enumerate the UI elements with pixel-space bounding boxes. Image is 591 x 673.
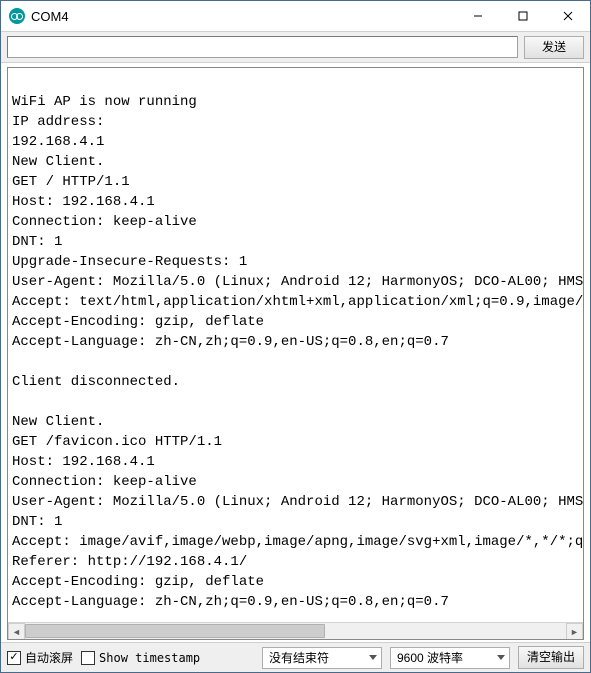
checkbox-icon bbox=[81, 651, 95, 665]
checkbox-icon: ✓ bbox=[7, 651, 21, 665]
scroll-right-button[interactable]: ► bbox=[566, 623, 583, 640]
chevron-down-icon bbox=[369, 655, 377, 660]
horizontal-scrollbar[interactable]: ◄ ► bbox=[8, 622, 583, 639]
scroll-thumb[interactable] bbox=[25, 624, 325, 638]
baud-rate-value: 9600 波特率 bbox=[397, 649, 463, 666]
output-area: WiFi AP is now running IP address: 192.1… bbox=[7, 67, 584, 640]
minimize-button[interactable] bbox=[455, 1, 500, 31]
titlebar: COM4 DF bbox=[1, 1, 590, 31]
show-timestamp-checkbox[interactable]: Show timestamp bbox=[81, 651, 200, 665]
serial-monitor-window: COM4 DF 发送 WiFi AP is now running IP add… bbox=[0, 0, 591, 673]
show-timestamp-label: Show timestamp bbox=[99, 651, 200, 665]
line-ending-value: 没有结束符 bbox=[269, 649, 329, 666]
minimize-icon bbox=[473, 11, 483, 21]
command-input[interactable] bbox=[7, 36, 518, 58]
serial-output[interactable]: WiFi AP is now running IP address: 192.1… bbox=[8, 68, 583, 622]
maximize-icon bbox=[518, 11, 528, 21]
window-title: COM4 bbox=[31, 9, 69, 24]
send-button[interactable]: 发送 bbox=[524, 36, 584, 59]
scroll-track[interactable] bbox=[25, 623, 566, 639]
line-ending-select[interactable]: 没有结束符 bbox=[262, 647, 382, 669]
close-button[interactable] bbox=[545, 1, 590, 31]
bottombar: ✓ 自动滚屏 Show timestamp 没有结束符 9600 波特率 清空输… bbox=[1, 642, 590, 672]
toolbar: 发送 bbox=[1, 31, 590, 63]
scroll-left-button[interactable]: ◄ bbox=[8, 623, 25, 640]
autoscroll-checkbox[interactable]: ✓ 自动滚屏 bbox=[7, 649, 73, 666]
chevron-left-icon: ◄ bbox=[12, 627, 21, 637]
close-icon bbox=[563, 11, 573, 21]
window-controls bbox=[455, 1, 590, 31]
baud-rate-select[interactable]: 9600 波特率 bbox=[390, 647, 510, 669]
chevron-down-icon bbox=[497, 655, 505, 660]
maximize-button[interactable] bbox=[500, 1, 545, 31]
autoscroll-label: 自动滚屏 bbox=[25, 649, 73, 666]
chevron-right-icon: ► bbox=[570, 627, 579, 637]
arduino-icon bbox=[9, 8, 25, 24]
clear-output-button[interactable]: 清空输出 bbox=[518, 646, 584, 669]
